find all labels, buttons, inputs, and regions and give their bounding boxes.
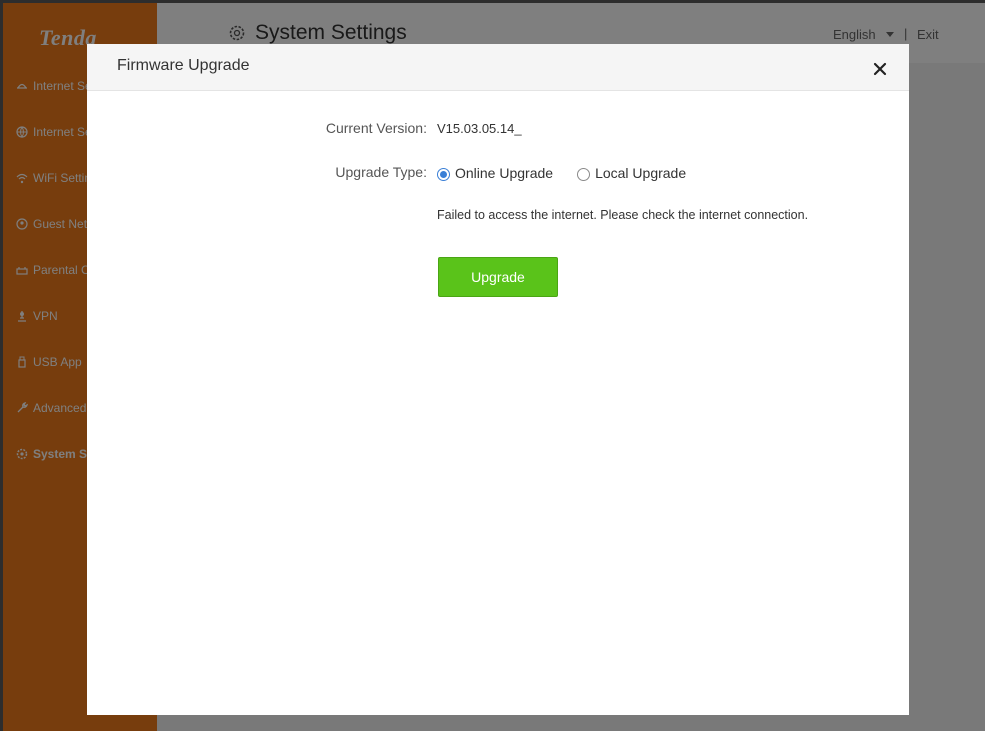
radio-label: Online Upgrade xyxy=(455,165,554,181)
close-icon xyxy=(873,62,887,76)
close-button[interactable] xyxy=(870,58,890,78)
upgrade-type-radio-group: Online Upgrade Local Upgrade xyxy=(437,165,710,181)
current-version-label: Current Version: xyxy=(325,120,427,136)
upgrade-type-label: Upgrade Type: xyxy=(335,164,427,180)
local-upgrade-radio[interactable]: Local Upgrade xyxy=(577,165,686,181)
dialog-header: Firmware Upgrade xyxy=(87,44,909,91)
dialog-title: Firmware Upgrade xyxy=(117,57,250,74)
firmware-upgrade-dialog: Firmware Upgrade Current Version: V15.03… xyxy=(87,44,909,715)
radio-unchecked-icon xyxy=(577,167,591,181)
current-version-value: V15.03.05.14_ xyxy=(437,121,522,136)
online-upgrade-radio[interactable]: Online Upgrade xyxy=(437,165,553,181)
upgrade-button[interactable]: Upgrade xyxy=(438,257,558,297)
status-message: Failed to access the internet. Please ch… xyxy=(437,208,809,222)
radio-label: Local Upgrade xyxy=(595,165,687,181)
radio-checked-icon xyxy=(437,167,450,181)
